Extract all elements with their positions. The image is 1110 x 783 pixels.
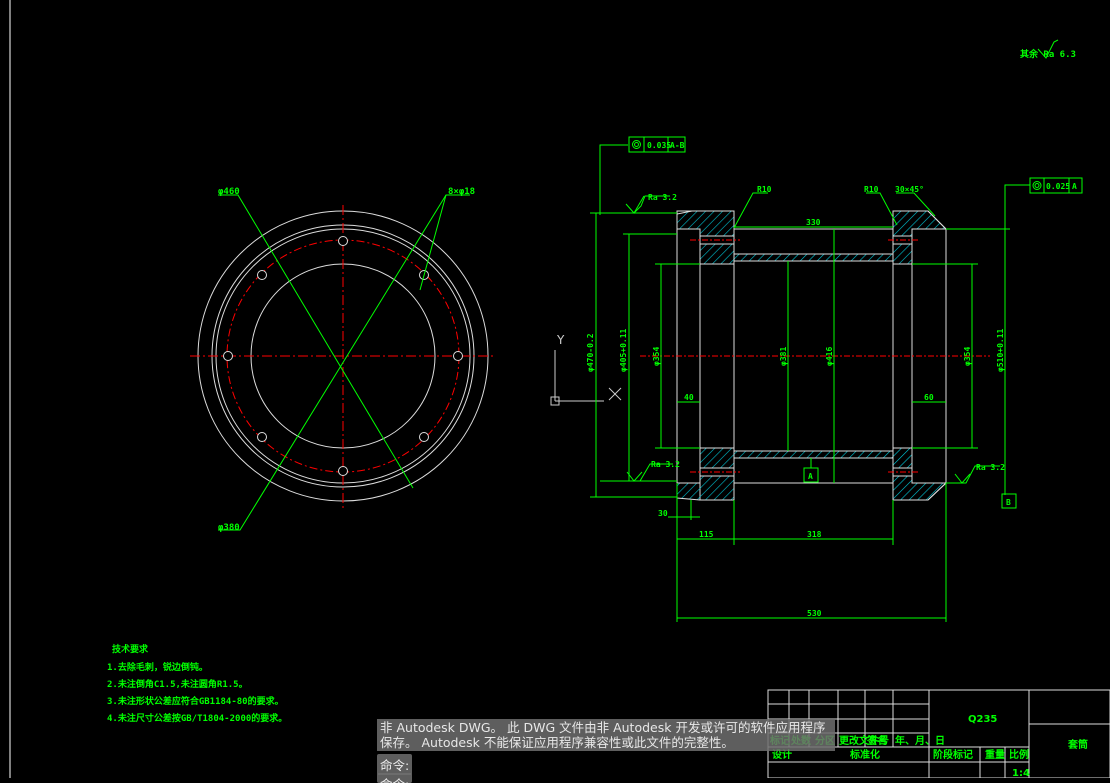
ucs-y: Y	[556, 333, 565, 347]
command-history: 命令:	[377, 754, 413, 775]
tech-req-item: 4.未注尺寸公差按GB/T1804-2000的要求。	[107, 712, 287, 724]
dim-phi380: φ380	[218, 523, 240, 533]
warning-line: 保存。 Autodesk 不能保证应用程序兼容性或此文件的完整性。	[380, 735, 734, 750]
tech-req-title: 技术要求	[112, 643, 149, 655]
dim-115: 115	[699, 530, 714, 539]
tech-req-item: 1.去除毛刺，锐边倒钝。	[107, 661, 208, 673]
section-view	[590, 136, 1083, 622]
tb-standard: 标准化	[849, 748, 880, 761]
fcf-left-tol: 0.035	[647, 141, 671, 150]
dim-phi405: φ405+0.11	[619, 328, 628, 372]
dim-phi470: φ470-0.2	[586, 333, 595, 372]
dim-330: 330	[806, 218, 821, 227]
dim-phi354-left: φ354	[652, 347, 661, 366]
ra-top: Ra 3.2	[648, 193, 677, 202]
dim-phi354-right: φ354	[963, 347, 972, 366]
dim-30: 30	[658, 509, 668, 518]
dim-phi416: φ416	[825, 347, 834, 366]
tech-requirements: 技术要求 1.去除毛刺，锐边倒钝。 2.未注倒角C1.5,未注圆角R1.5。 3…	[107, 643, 287, 724]
dim-530: 530	[807, 609, 822, 618]
chamfer: 30×45°	[895, 185, 924, 194]
tb-scale: 1:4	[1012, 768, 1030, 778]
r10-left: R10	[757, 185, 772, 194]
tech-req-item: 2.未注倒角C1.5,未注圆角R1.5。	[107, 678, 248, 690]
dim-40: 40	[684, 393, 694, 402]
material: Q235	[968, 714, 997, 725]
tb-header: 签名	[866, 734, 887, 747]
tb-weight: 重量	[985, 748, 1005, 761]
dim-phi510: φ510+0.11	[996, 328, 1005, 372]
tb-stage: 阶段标记	[933, 748, 973, 761]
dwg-warning-message: 非 Autodesk DWG。 此 DWG 文件由非 Autodesk 开发或许…	[377, 719, 835, 751]
tb-header: 年、月、日	[895, 734, 945, 747]
dim-phi381: φ381	[779, 347, 788, 366]
fcf-right-tol: 0.025	[1046, 182, 1070, 191]
ra-bottom-right: Ra 3.2	[976, 463, 1005, 472]
ra-bottom-left: Ra 3.2	[651, 460, 680, 469]
fcf-right-datum: A	[1072, 182, 1077, 191]
datum-b: B	[1006, 498, 1011, 507]
dim-60: 60	[924, 393, 934, 402]
drawing-canvas[interactable]: 其余 Ra 6.3 φ460 8×φ18 φ380 Y	[0, 0, 1110, 778]
part-name: 套筒	[1067, 738, 1088, 751]
r10-right: R10	[864, 185, 879, 194]
datum-a: A	[808, 472, 813, 481]
fcf-left-datum: A-B	[670, 141, 685, 150]
warning-line: 非 Autodesk DWG。 此 DWG 文件由非 Autodesk 开发或许…	[380, 720, 826, 735]
dim-phi460: φ460	[218, 187, 240, 197]
tb-scale-label: 比例	[1009, 748, 1029, 761]
tech-req-item: 3.未注形状公差应符合GB1184-80的要求。	[107, 695, 284, 707]
dim-318: 318	[807, 530, 822, 539]
left-view	[190, 194, 496, 531]
command-line[interactable]: 命令:	[377, 773, 413, 783]
dim-holes: 8×φ18	[448, 187, 475, 197]
